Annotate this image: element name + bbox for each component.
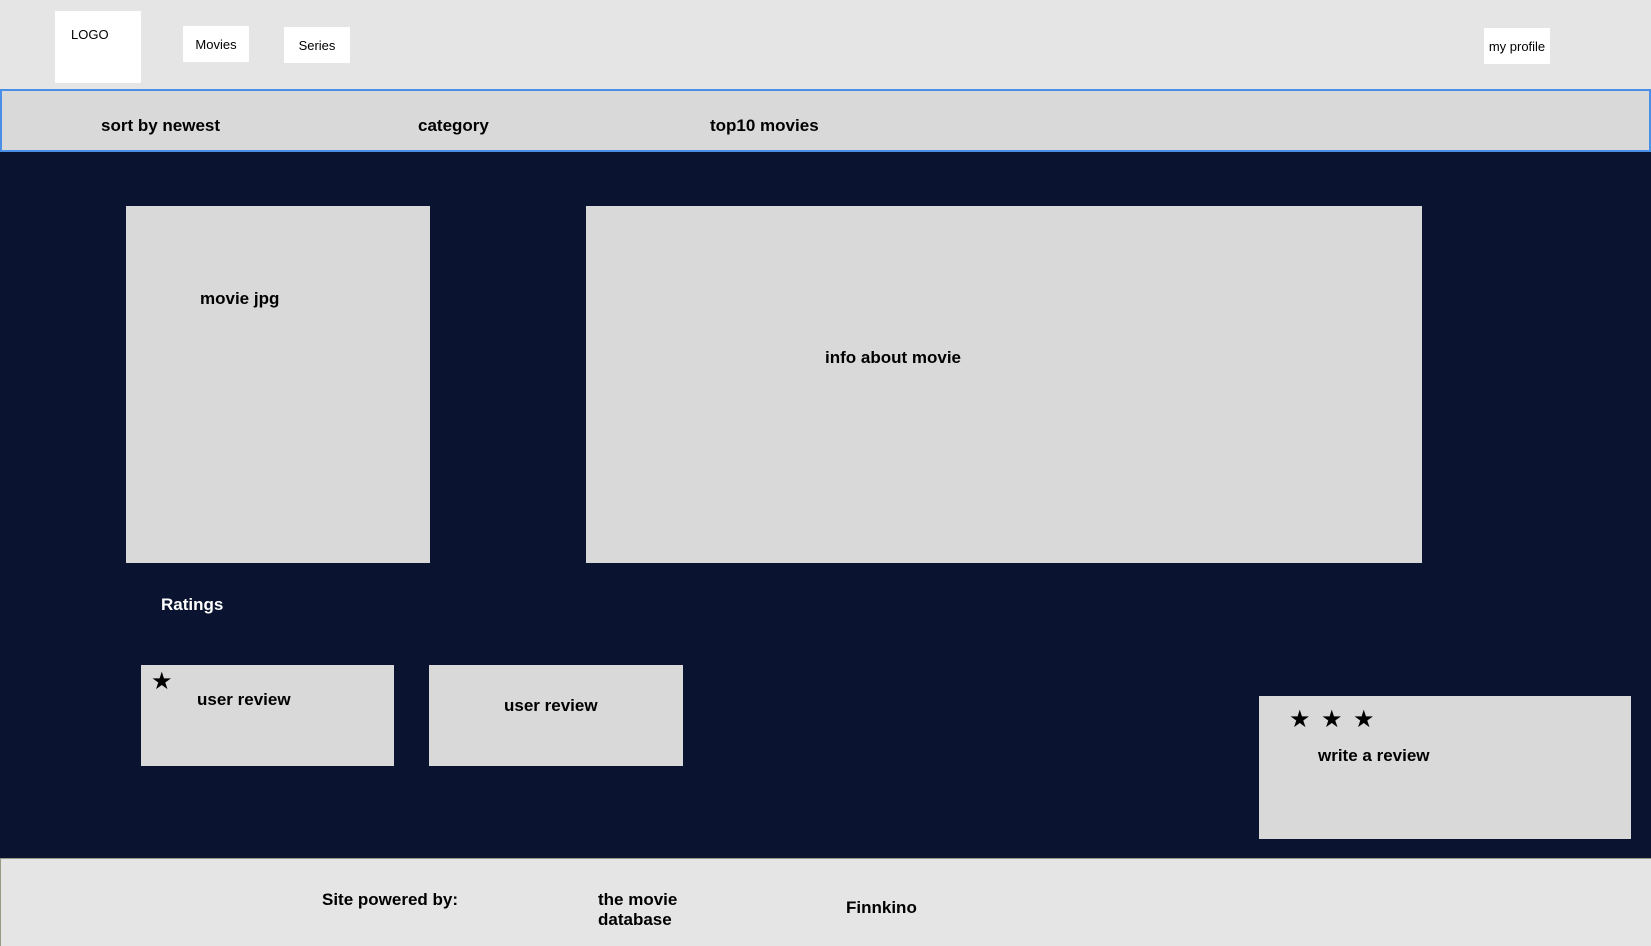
star-icon[interactable]: ★: [1289, 708, 1311, 732]
ratings-heading: Ratings: [161, 595, 224, 614]
nav-series-label: Series: [298, 37, 336, 53]
write-review-panel[interactable]: ★ ★ ★ write a review: [1259, 696, 1631, 839]
top10-movies-link[interactable]: top10 movies: [710, 116, 819, 136]
movie-poster: movie jpg: [126, 206, 430, 563]
category-link[interactable]: category: [418, 116, 489, 136]
nav-movies-label: Movies: [195, 36, 237, 52]
star-icon[interactable]: ★: [1321, 708, 1343, 732]
tmdb-link[interactable]: the movie database: [598, 890, 698, 930]
powered-by-label: Site powered by:: [322, 890, 459, 909]
movie-info-panel: info about movie: [586, 206, 1422, 563]
nav-movies-button[interactable]: Movies: [183, 26, 249, 62]
user-review-card[interactable]: user review: [429, 665, 683, 766]
logo[interactable]: LOGO: [55, 11, 141, 83]
footer: [0, 858, 1651, 946]
my-profile-button[interactable]: my profile: [1484, 28, 1550, 64]
user-review-label: user review: [504, 696, 598, 715]
movie-poster-label: movie jpg: [200, 289, 280, 308]
nav-series-button[interactable]: Series: [284, 27, 350, 63]
my-profile-label: my profile: [1488, 38, 1546, 54]
sort-by-newest-link[interactable]: sort by newest: [101, 116, 220, 136]
write-review-label: write a review: [1318, 746, 1430, 765]
star-icon: ★: [151, 668, 173, 695]
user-review-card[interactable]: ★ user review: [141, 665, 394, 766]
sub-navigation-bar: [0, 89, 1651, 152]
logo-text: LOGO: [71, 27, 109, 42]
movie-info-label: info about movie: [825, 348, 961, 367]
star-icon[interactable]: ★: [1353, 708, 1375, 732]
finnkino-link[interactable]: Finnkino: [846, 898, 917, 918]
user-review-label: user review: [197, 690, 291, 709]
